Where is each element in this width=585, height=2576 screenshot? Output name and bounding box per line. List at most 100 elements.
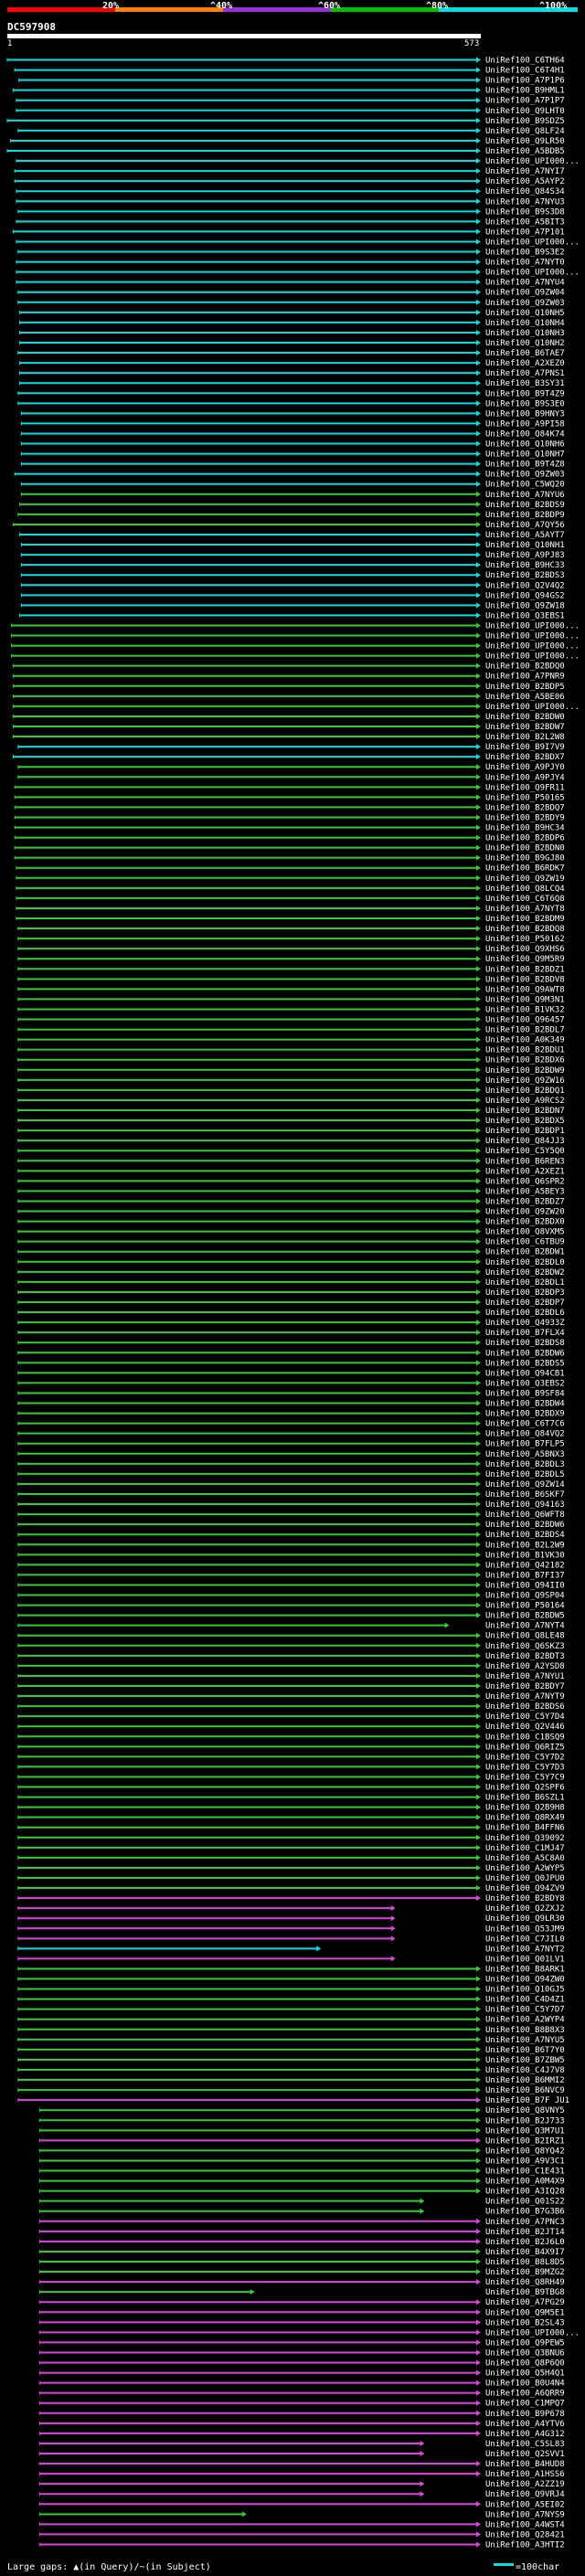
hit-label[interactable]: UniRef100_Q84S34: [485, 187, 565, 196]
hit-label[interactable]: UniRef100_P50164: [485, 1602, 565, 1611]
hit-label[interactable]: UniRef100_B2BDL7: [485, 1026, 565, 1035]
hit-label[interactable]: UniRef100_A9PJ83: [485, 551, 565, 560]
hit-row[interactable]: UniRef100_Q10NH3: [19, 329, 565, 338]
hit-row[interactable]: UniRef100_B6REN3: [17, 1157, 565, 1166]
hit-label[interactable]: UniRef100_B2BDP7: [485, 1299, 565, 1308]
hit-label[interactable]: UniRef100_B2BDS6: [485, 1702, 565, 1712]
hit-label[interactable]: UniRef100_A7PNC3: [485, 2218, 565, 2227]
hit-label[interactable]: UniRef100_B7F JU1: [485, 2096, 569, 2105]
hit-row[interactable]: UniRef100_Q8RX49: [17, 1814, 565, 1823]
hit-row[interactable]: UniRef100_Q6WFT8: [17, 1511, 565, 1520]
hit-label[interactable]: UniRef100_B7ZBW5: [485, 2056, 565, 2065]
hit-label[interactable]: UniRef100_B2BDL0: [485, 1258, 565, 1267]
hit-row[interactable]: UniRef100_Q9PEW5: [38, 2338, 565, 2348]
hit-row[interactable]: UniRef100_A7NYT4: [17, 1622, 565, 1631]
hit-label[interactable]: UniRef100_B2BDY9: [485, 813, 565, 822]
hit-label[interactable]: UniRef100_C6TH64: [485, 57, 565, 66]
hit-label[interactable]: UniRef100_Q10GJ5: [485, 1986, 565, 1995]
hit-label[interactable]: UniRef100_Q01S22: [485, 2198, 565, 2207]
hit-label[interactable]: UniRef100_Q0JPU0: [485, 1874, 565, 1883]
hit-label[interactable]: UniRef100_B6RDK7: [485, 864, 565, 874]
hit-label[interactable]: UniRef100_A7P1P7: [485, 97, 565, 106]
hit-label[interactable]: UniRef100_B2L2W9: [485, 1541, 565, 1550]
hit-row[interactable]: UniRef100_B2BDN7: [17, 1107, 565, 1116]
hit-row[interactable]: UniRef100_A5EI02: [38, 2500, 565, 2509]
hit-row[interactable]: UniRef100_B6MMI2: [17, 2076, 565, 2085]
hit-row[interactable]: UniRef100_C5WQ20: [20, 481, 565, 490]
hit-label[interactable]: UniRef100_Q8VNY5: [485, 2106, 565, 2115]
hit-label[interactable]: UniRef100_Q39092: [485, 1834, 565, 1843]
hit-row[interactable]: UniRef100_A5BIT3: [16, 217, 565, 227]
hit-row[interactable]: UniRef100_A7P1P6: [18, 77, 565, 86]
hit-row[interactable]: UniRef100_B8ARK1: [17, 1965, 565, 1974]
hit-row[interactable]: UniRef100_Q9LR30: [17, 1914, 565, 1924]
hit-row[interactable]: UniRef100_A6QRR9: [38, 2390, 565, 2399]
hit-row[interactable]: UniRef100_B0U4N4: [38, 2380, 565, 2389]
hit-label[interactable]: UniRef100_A3IQ28: [485, 2188, 565, 2197]
hit-row[interactable]: UniRef100_B2BDP9: [17, 511, 565, 520]
hit-row[interactable]: UniRef100_Q9ZW14: [17, 1480, 565, 1489]
hit-label[interactable]: UniRef100_UPI000...: [485, 652, 580, 662]
hit-row[interactable]: UniRef100_B6RDK7: [16, 864, 565, 874]
hit-row[interactable]: UniRef100_Q2V4Q2: [20, 581, 565, 590]
hit-row[interactable]: UniRef100_UPI000...: [11, 652, 580, 662]
hit-label[interactable]: UniRef100_A9RCS2: [485, 1097, 565, 1106]
hit-row[interactable]: UniRef100_Q9ZW03: [14, 471, 565, 480]
hit-row[interactable]: UniRef100_B2BDX6: [17, 1056, 565, 1065]
hit-label[interactable]: UniRef100_B2BDW6: [485, 1521, 565, 1530]
hit-row[interactable]: UniRef100_C5Y7D3: [17, 1763, 565, 1772]
hit-label[interactable]: UniRef100_B2BDL6: [485, 1309, 565, 1318]
hit-label[interactable]: UniRef100_Q2V446: [485, 1723, 565, 1732]
hit-row[interactable]: UniRef100_Q9LR50: [10, 137, 565, 146]
hit-label[interactable]: UniRef100_A7PNS1: [485, 369, 565, 378]
hit-label[interactable]: UniRef100_B2JT14: [485, 2228, 565, 2237]
hit-label[interactable]: UniRef100_A2XEZ0: [485, 359, 565, 368]
hit-label[interactable]: UniRef100_Q9M5E1: [485, 2308, 565, 2317]
hit-label[interactable]: UniRef100_P50165: [485, 793, 565, 802]
hit-label[interactable]: UniRef100_C1MPQ7: [485, 2400, 565, 2409]
hit-label[interactable]: UniRef100_A9PI58: [485, 419, 565, 429]
hit-label[interactable]: UniRef100_A1HSS6: [485, 2470, 565, 2479]
hit-row[interactable]: UniRef100_Q94ZV9: [17, 1884, 565, 1893]
hit-label[interactable]: UniRef100_Q9ZW03: [485, 471, 565, 480]
hit-label[interactable]: UniRef100_Q28421: [485, 2530, 565, 2539]
hit-label[interactable]: UniRef100_A4YTV6: [485, 2420, 565, 2429]
hit-row[interactable]: UniRef100_Q84S34: [16, 187, 565, 196]
hit-label[interactable]: UniRef100_B9S3E2: [485, 249, 565, 258]
hit-row[interactable]: UniRef100_B2BDX0: [17, 1218, 565, 1227]
hit-label[interactable]: UniRef100_Q9LR50: [485, 137, 565, 146]
hit-row[interactable]: UniRef100_B9TBG8: [38, 2288, 565, 2297]
hit-row[interactable]: UniRef100_B6SZL1: [17, 1794, 565, 1803]
hit-row[interactable]: UniRef100_A7NYU4: [16, 279, 565, 288]
hit-label[interactable]: UniRef100_A7NYT0: [485, 259, 565, 268]
hit-label[interactable]: UniRef100_Q9ZW16: [485, 1076, 565, 1086]
hit-row[interactable]: UniRef100_Q10NH1: [20, 541, 565, 550]
hit-row[interactable]: UniRef100_Q01LV1: [17, 1955, 565, 1964]
hit-row[interactable]: UniRef100_Q9M3N1: [17, 995, 565, 1004]
hit-label[interactable]: UniRef100_Q8LE48: [485, 1632, 565, 1641]
hit-label[interactable]: UniRef100_B9HC33: [485, 561, 565, 570]
hit-row[interactable]: UniRef100_P50165: [14, 793, 565, 802]
hit-row[interactable]: UniRef100_B2BDP7: [17, 1299, 565, 1308]
hit-label[interactable]: UniRef100_A7NYU4: [485, 279, 565, 288]
hit-label[interactable]: UniRef100_Q8RX49: [485, 1814, 565, 1823]
hit-row[interactable]: UniRef100_C1MPQ7: [38, 2400, 565, 2409]
hit-label[interactable]: UniRef100_B7FI37: [485, 1571, 565, 1580]
hit-label[interactable]: UniRef100_Q2ZXJ2: [485, 1904, 565, 1913]
hit-label[interactable]: UniRef100_Q3EBS1: [485, 611, 565, 620]
hit-label[interactable]: UniRef100_C1E431: [485, 2168, 565, 2177]
hit-row[interactable]: UniRef100_Q9SP04: [17, 1592, 565, 1601]
hit-row[interactable]: UniRef100_Q3BNU6: [38, 2348, 565, 2358]
hit-row[interactable]: UniRef100_UPI000...: [16, 269, 580, 278]
hit-label[interactable]: UniRef100_Q6RIZ5: [485, 1743, 565, 1752]
hit-row[interactable]: UniRef100_Q84K74: [20, 429, 565, 439]
hit-row[interactable]: UniRef100_B2SL43: [38, 2318, 565, 2327]
hit-label[interactable]: UniRef100_B9HC34: [485, 824, 565, 833]
hit-label[interactable]: UniRef100_A7NYT8: [485, 905, 565, 914]
hit-row[interactable]: UniRef100_C5SL83: [38, 2440, 565, 2449]
hit-row[interactable]: UniRef100_UPI000...: [38, 2328, 580, 2337]
hit-row[interactable]: UniRef100_C6T4H1: [14, 67, 565, 76]
hit-row[interactable]: UniRef100_B4FFN6: [17, 1824, 565, 1833]
hit-row[interactable]: UniRef100_A7NYI7: [14, 167, 565, 176]
hit-row[interactable]: UniRef100_Q9AWT8: [17, 985, 565, 994]
